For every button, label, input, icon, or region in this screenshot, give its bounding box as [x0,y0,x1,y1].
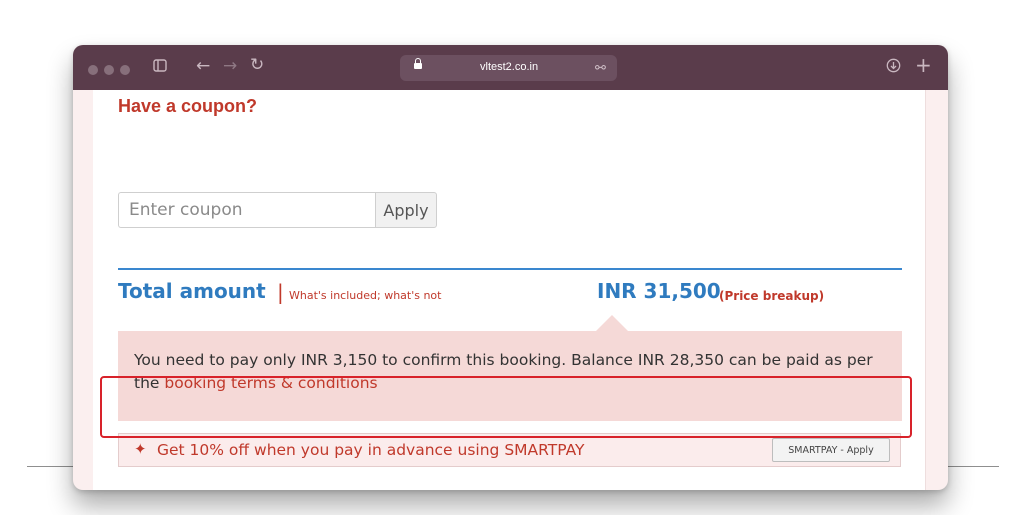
apply-coupon-button[interactable]: Apply [375,192,437,228]
zoom-window-button[interactable] [120,65,130,75]
total-separator: | [277,280,284,304]
address-bar[interactable]: vltest2.co.in ⚯ [400,55,617,81]
payment-note-pointer [596,315,628,331]
smartpay-highlight-box [100,376,912,438]
browser-titlebar: ← → ↻ vltest2.co.in ⚯ + [73,45,948,90]
new-tab-icon[interactable]: + [915,55,932,75]
smartpay-offer: ✦ Get 10% off when you pay in advance us… [118,433,901,467]
total-amount-label: Total amount [118,279,266,303]
url-text: vltest2.co.in [480,61,539,73]
download-icon[interactable] [886,58,901,77]
total-divider [118,268,902,270]
smartpay-apply-button[interactable]: SMARTPAY - Apply [772,438,890,462]
link-icon[interactable]: ⚯ [595,61,606,76]
lock-icon [414,58,422,69]
forward-icon[interactable]: → [223,58,237,75]
back-icon[interactable]: ← [196,58,210,75]
close-window-button[interactable] [88,65,98,75]
reload-icon[interactable]: ↻ [250,57,264,74]
sparkle-icon: ✦ [134,440,147,458]
sidebar-icon[interactable] [153,59,167,76]
whats-included-link[interactable]: What's included; what's not [289,289,441,302]
total-amount-value: INR 31,500 [597,279,721,303]
minimize-window-button[interactable] [104,65,114,75]
price-breakup-link[interactable]: (Price breakup) [719,289,824,303]
coupon-input[interactable] [118,192,375,228]
smartpay-offer-text: Get 10% off when you pay in advance usin… [157,441,585,459]
coupon-heading: Have a coupon? [118,96,258,116]
